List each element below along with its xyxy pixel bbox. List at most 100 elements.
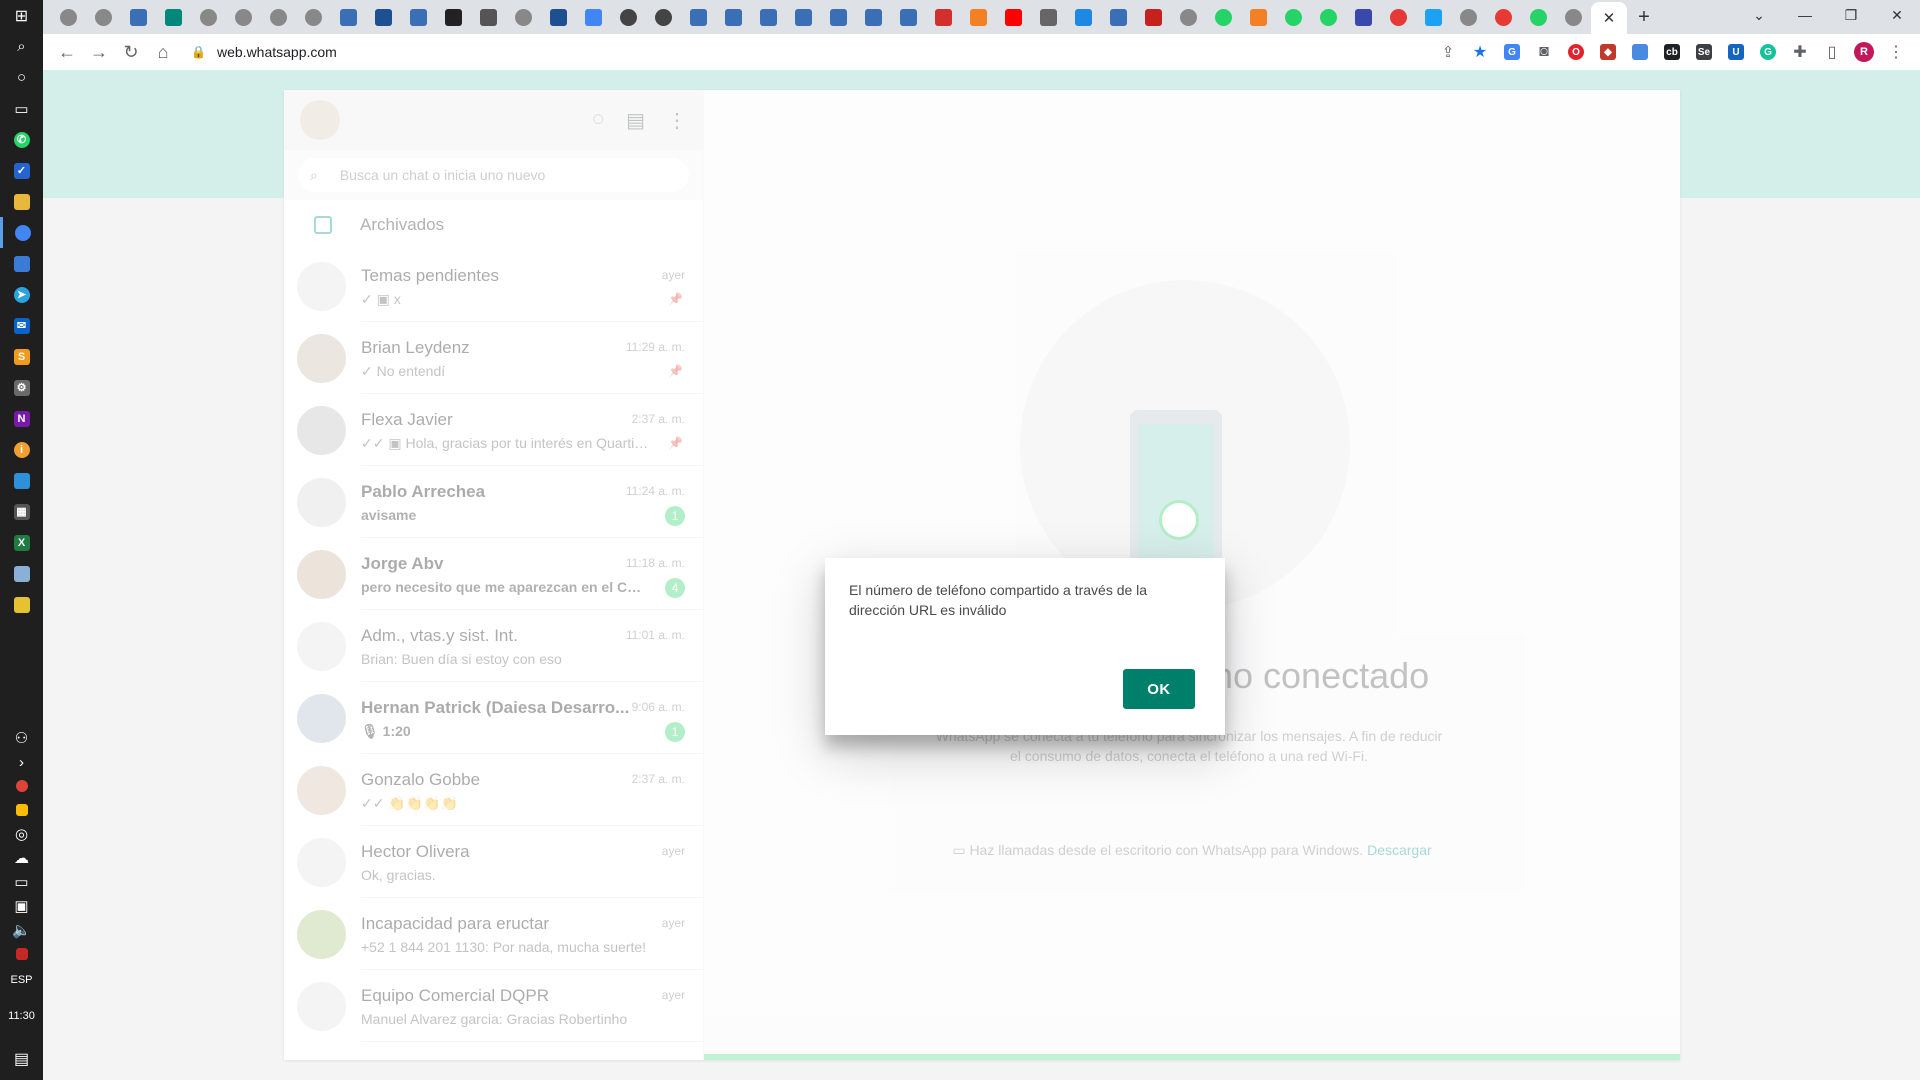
chat-list-item[interactable]: Jorge Abv pero necesito que me aparezcan … — [284, 538, 703, 610]
download-link[interactable]: Descargar — [1367, 842, 1432, 858]
browser-tab[interactable] — [436, 0, 471, 34]
new-chat-icon[interactable]: ▤ — [626, 108, 645, 133]
chrome-tray-icon[interactable] — [0, 774, 43, 798]
people-icon[interactable]: ⚇ — [0, 726, 43, 750]
restore-button[interactable]: ❐ — [1828, 0, 1874, 30]
browser-tab[interactable] — [1136, 0, 1171, 34]
browser-tab[interactable] — [1416, 0, 1451, 34]
browser-tab[interactable] — [1486, 0, 1521, 34]
onedrive-icon[interactable]: ☁ — [0, 846, 43, 870]
browser-tab[interactable] — [1276, 0, 1311, 34]
search-icon[interactable]: ⌕ — [0, 31, 43, 62]
cortana-icon[interactable]: ○ — [0, 62, 43, 93]
notepad-icon[interactable] — [0, 558, 43, 589]
home-icon[interactable]: ⌂ — [147, 36, 179, 68]
browser-tab[interactable] — [1521, 0, 1556, 34]
browser-tab[interactable] — [996, 0, 1031, 34]
chat-list-item[interactable]: Flexa Javier ✓✓ ▣ Hola, gracias por tu in… — [284, 394, 703, 466]
menu-icon[interactable]: ⋮ — [667, 108, 687, 133]
chat-list-item[interactable]: Incapacidad para eructar +52 1 844 201 11… — [284, 898, 703, 970]
megaphone-icon[interactable]: ◆ — [1592, 36, 1624, 68]
browser-tab[interactable] — [191, 0, 226, 34]
browser-tab[interactable] — [1451, 0, 1486, 34]
mail-icon[interactable]: ✉ — [0, 310, 43, 341]
browser-tab[interactable] — [1066, 0, 1101, 34]
browser-tab[interactable] — [366, 0, 401, 34]
translate-icon[interactable]: G — [1496, 36, 1528, 68]
grammarly-icon[interactable]: G — [1752, 36, 1784, 68]
browser-tab[interactable] — [1171, 0, 1206, 34]
todo-icon[interactable]: ✓ — [0, 155, 43, 186]
app-icon-yellow[interactable] — [0, 589, 43, 620]
tools-icon[interactable]: ⚙ — [0, 372, 43, 403]
share-icon[interactable]: ⇪ — [1432, 36, 1464, 68]
browser-tab[interactable] — [261, 0, 296, 34]
browser-tab[interactable] — [786, 0, 821, 34]
opera-icon[interactable]: O — [1560, 36, 1592, 68]
browser-tab[interactable] — [891, 0, 926, 34]
windows-start-icon[interactable]: ⊞ — [0, 0, 43, 31]
browser-tab[interactable] — [646, 0, 681, 34]
chat-list-item[interactable]: Hernan Patrick (Daiesa Desarro... 🎙 1:20 9… — [284, 682, 703, 754]
chrome-menu-icon[interactable]: ⋮ — [1880, 36, 1912, 68]
browser-tab[interactable] — [576, 0, 611, 34]
back-icon[interactable]: ← — [51, 36, 83, 68]
browser-tab[interactable] — [681, 0, 716, 34]
new-tab-button[interactable]: + — [1627, 0, 1661, 34]
sublime-icon[interactable]: S — [0, 341, 43, 372]
app-icon-blue[interactable] — [0, 465, 43, 496]
chat-list-item[interactable]: Gonzalo Gobbe ✓✓ 👏👏👏👏 2:37 a. m. — [284, 754, 703, 826]
chat-list-item[interactable]: Temas pendientes ✓ ▣ x ayer 📌 — [284, 250, 703, 322]
browser-tab[interactable] — [226, 0, 261, 34]
chat-list-item[interactable]: Brian Leydenz ✓ No entendí 11:29 a. m. 📌 — [284, 322, 703, 394]
chat-list-item[interactable]: Pablo Arrechea avisame 11:24 a. m. 1 — [284, 466, 703, 538]
app-icon-orange[interactable]: i — [0, 434, 43, 465]
network-icon[interactable]: ▣ — [0, 894, 43, 918]
bookmark-star-icon[interactable]: ★ — [1464, 36, 1496, 68]
browser-tab[interactable] — [51, 0, 86, 34]
chevron-right-icon[interactable]: › — [0, 750, 43, 774]
lock-icon[interactable]: 🔒 — [191, 45, 211, 59]
chat-list-item[interactable]: Adm., vtas.y sist. Int. Brian: Buen día s… — [284, 610, 703, 682]
close-window-button[interactable]: ✕ — [1874, 0, 1920, 30]
browser-tab[interactable] — [156, 0, 191, 34]
browser-tab[interactable] — [331, 0, 366, 34]
status-icon[interactable]: ◌ — [592, 108, 604, 133]
camera-icon[interactable]: ◎ — [0, 822, 43, 846]
side-panel-icon[interactable]: ▯ — [1816, 36, 1848, 68]
chat-list-item[interactable]: Equipo Comercial DQPR Manuel Alvarez garc… — [284, 970, 703, 1042]
browser-tab[interactable] — [926, 0, 961, 34]
chrome-taskbar-icon[interactable] — [0, 217, 43, 248]
battery-icon[interactable]: ▭ — [0, 870, 43, 894]
browser-tab[interactable] — [1206, 0, 1241, 34]
browser-tab[interactable] — [86, 0, 121, 34]
extension-cb-icon[interactable]: cb — [1656, 36, 1688, 68]
ok-button[interactable]: OK — [1123, 669, 1195, 709]
browser-tab[interactable] — [821, 0, 856, 34]
calculator-icon[interactable]: ▦ — [0, 496, 43, 527]
browser-tab[interactable] — [1241, 0, 1276, 34]
drive-icon[interactable] — [0, 798, 43, 822]
browser-tab[interactable] — [1031, 0, 1066, 34]
language-indicator[interactable]: ESP — [10, 966, 32, 994]
onenote-icon[interactable]: N — [0, 403, 43, 434]
extension-se-icon[interactable]: Se — [1688, 36, 1720, 68]
browser-tab[interactable] — [961, 0, 996, 34]
forward-icon[interactable]: → — [83, 36, 115, 68]
minimize-button[interactable]: — — [1782, 0, 1828, 30]
browser-tab[interactable] — [1311, 0, 1346, 34]
browser-tab[interactable] — [541, 0, 576, 34]
telegram-icon[interactable]: ➤ — [0, 279, 43, 310]
archived-row[interactable]: Archivados — [284, 200, 703, 250]
volume-icon[interactable]: 🔈 — [0, 918, 43, 942]
antivirus-icon[interactable] — [0, 942, 43, 966]
excel-icon[interactable]: X — [0, 527, 43, 558]
reload-icon[interactable]: ↻ — [115, 36, 147, 68]
chat-list-item[interactable]: Hector Olivera Ok, gracias. ayer — [284, 826, 703, 898]
whatsapp-app-icon[interactable]: ✆ — [0, 124, 43, 155]
browser-tab[interactable] — [611, 0, 646, 34]
profile-avatar[interactable]: R — [1848, 36, 1880, 68]
browser-tab[interactable] — [1101, 0, 1136, 34]
active-tab[interactable]: ✕ — [1591, 2, 1627, 34]
file-explorer-icon[interactable] — [0, 186, 43, 217]
